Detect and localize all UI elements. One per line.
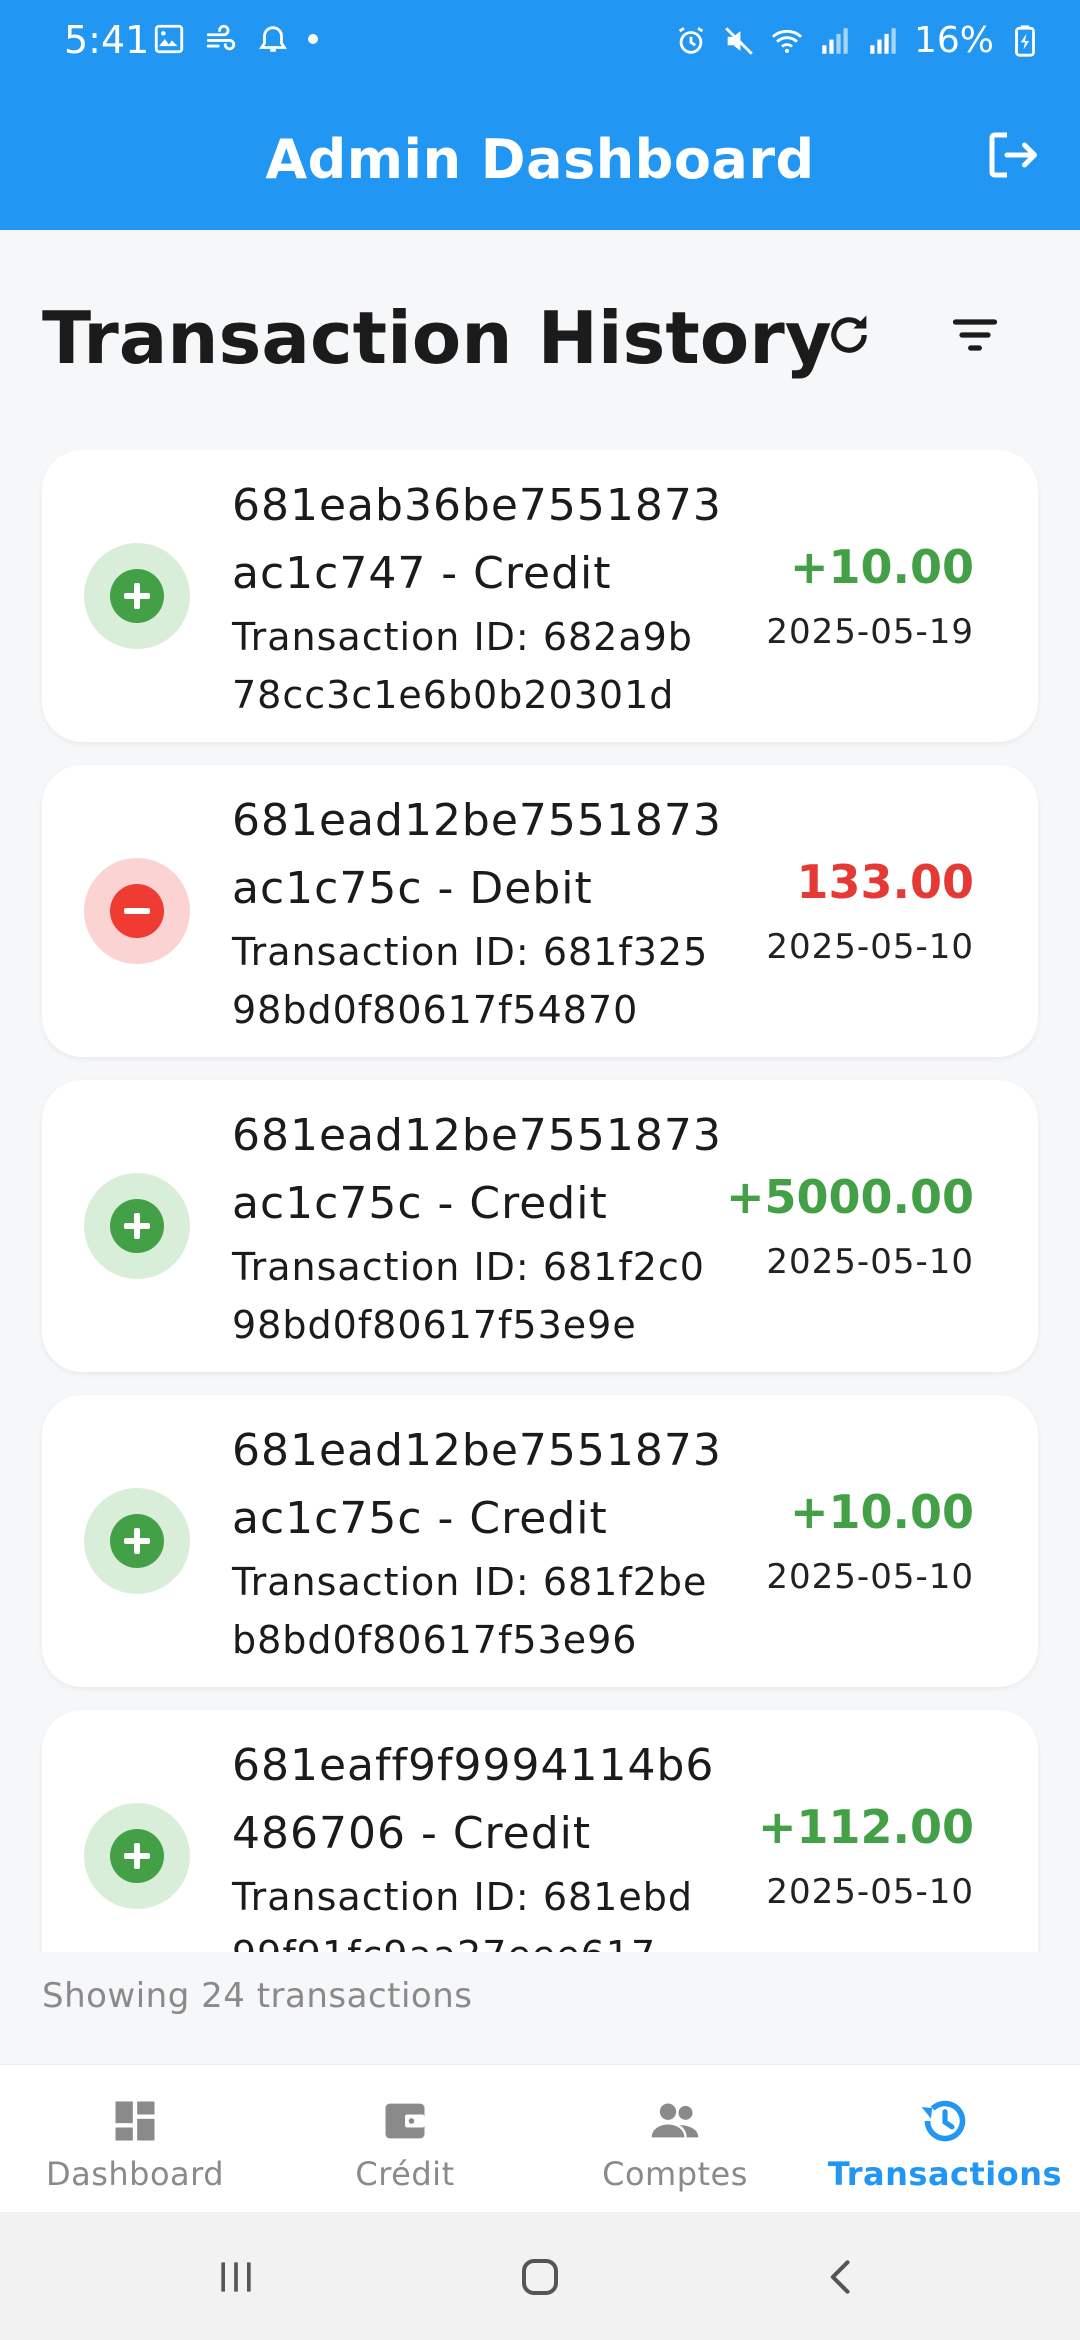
transaction-date: 2025-05-10	[766, 1872, 974, 1912]
page-title: Transaction History	[42, 296, 832, 380]
transaction-account-type: 486706 - Credit	[232, 1808, 592, 1859]
status-system-icons: 16%	[674, 20, 1042, 61]
refresh-icon	[831, 315, 867, 353]
nav-credit[interactable]: Crédit	[270, 2065, 540, 2212]
transaction-amount: +5000.00	[725, 1170, 974, 1224]
transaction-account: 681ead12be7551873	[232, 795, 722, 846]
status-notification-icons	[152, 22, 318, 56]
transaction-card[interactable]: 681eaff9f9994114b6 486706 - Credit Trans…	[42, 1710, 1038, 1952]
transaction-id: Transaction ID: 681f325	[232, 930, 709, 974]
back-icon	[830, 2260, 850, 2294]
alarm-icon	[678, 26, 704, 54]
status-time: 5:41	[64, 18, 150, 62]
app-bar-title: Admin Dashboard	[265, 128, 815, 191]
alarm-bell-icon	[259, 26, 287, 52]
credit-icon	[84, 1803, 190, 1909]
gallery-icon	[154, 24, 184, 54]
transaction-card[interactable]: 681ead12be7551873 ac1c75c - Credit Trans…	[42, 1395, 1038, 1687]
transaction-id-cont: b8bd0f80617f53e96	[232, 1618, 638, 1662]
nav-label: Transactions	[827, 2155, 1063, 2193]
nav-label: Crédit	[355, 2155, 455, 2193]
transaction-id-cont: 99f91fc9aa27eee617	[232, 1926, 792, 1952]
transaction-account-type: ac1c747 - Credit	[232, 548, 612, 599]
signal-icon	[822, 27, 848, 54]
wind-icon	[206, 24, 236, 51]
system-nav-bar	[0, 2212, 1080, 2340]
transaction-account: 681eab36be7551873	[232, 480, 722, 531]
transaction-id: Transaction ID: 681ebd	[232, 1875, 693, 1919]
transaction-id-cont: 98bd0f80617f54870	[232, 988, 639, 1032]
transaction-card[interactable]: 681ead12be7551873 ac1c75c - Debit Transa…	[42, 765, 1038, 1057]
transaction-amount: 133.00	[796, 855, 974, 909]
mute-icon	[725, 26, 753, 55]
transaction-account-type: ac1c75c - Credit	[232, 1493, 608, 1544]
transaction-id: Transaction ID: 682a9b	[232, 615, 693, 659]
transaction-date: 2025-05-10	[766, 1242, 974, 1282]
status-bar: 5:41 16%	[0, 0, 1080, 80]
transaction-account-type: ac1c75c - Debit	[232, 863, 593, 914]
transaction-id-cont: 98bd0f80617f53e9e	[232, 1303, 637, 1347]
top-bar: 5:41 16% Admin Dashboard	[0, 0, 1080, 230]
transaction-amount: +10.00	[789, 540, 974, 594]
home-button[interactable]	[510, 2252, 570, 2302]
battery-icon	[1015, 24, 1035, 57]
notification-dot-icon	[308, 34, 318, 44]
transaction-count: Showing 24 transactions	[42, 1976, 473, 2016]
nav-accounts[interactable]: Comptes	[540, 2065, 810, 2212]
filter-icon	[952, 319, 998, 351]
transaction-id-cont: 78cc3c1e6b0b20301d	[232, 673, 675, 717]
nav-dashboard[interactable]: Dashboard	[0, 2065, 270, 2212]
recent-apps-icon	[221, 2262, 251, 2292]
transaction-amount: +112.00	[757, 1800, 974, 1854]
transaction-date: 2025-05-10	[766, 927, 974, 967]
transaction-card[interactable]: 681ead12be7551873 ac1c75c - Credit Trans…	[42, 1080, 1038, 1372]
transaction-list[interactable]: 681eab36be7551873 ac1c747 - Credit Trans…	[0, 450, 1080, 1952]
credit-icon	[84, 1173, 190, 1279]
filter-button[interactable]	[942, 302, 1008, 368]
transaction-date: 2025-05-19	[766, 612, 974, 652]
credit-icon	[84, 1488, 190, 1594]
transaction-date: 2025-05-10	[766, 1557, 974, 1597]
credit-icon	[84, 543, 190, 649]
dashboard-icon	[115, 2101, 155, 2141]
refresh-button[interactable]	[816, 302, 882, 368]
transaction-account-type: ac1c75c - Credit	[232, 1178, 608, 1229]
transaction-card[interactable]: 681eab36be7551873 ac1c747 - Credit Trans…	[42, 450, 1038, 742]
bottom-nav: Dashboard Crédit Comptes Transactions	[0, 2064, 1080, 2212]
battery-percent: 16%	[913, 20, 994, 61]
transaction-amount: +10.00	[789, 1485, 974, 1539]
nav-label: Dashboard	[45, 2155, 225, 2193]
logout-icon[interactable]	[982, 125, 1042, 185]
transaction-id: Transaction ID: 681f2c0	[232, 1245, 705, 1289]
transaction-account: 681ead12be7551873	[232, 1110, 722, 1161]
nav-label: Comptes	[602, 2155, 748, 2193]
wallet-icon	[385, 2103, 425, 2139]
transaction-account: 681eaff9f9994114b6	[232, 1740, 715, 1791]
people-icon	[651, 2103, 699, 2138]
history-icon	[921, 2100, 966, 2142]
recent-apps-button[interactable]	[206, 2252, 266, 2302]
nav-transactions[interactable]: Transactions	[810, 2065, 1080, 2212]
back-button[interactable]	[812, 2252, 872, 2302]
home-icon	[522, 2259, 558, 2295]
wifi-icon	[771, 29, 803, 53]
debit-icon	[84, 858, 190, 964]
signal-2-icon	[870, 27, 896, 54]
transaction-id: Transaction ID: 681f2be	[232, 1560, 708, 1604]
transaction-account: 681ead12be7551873	[232, 1425, 722, 1476]
